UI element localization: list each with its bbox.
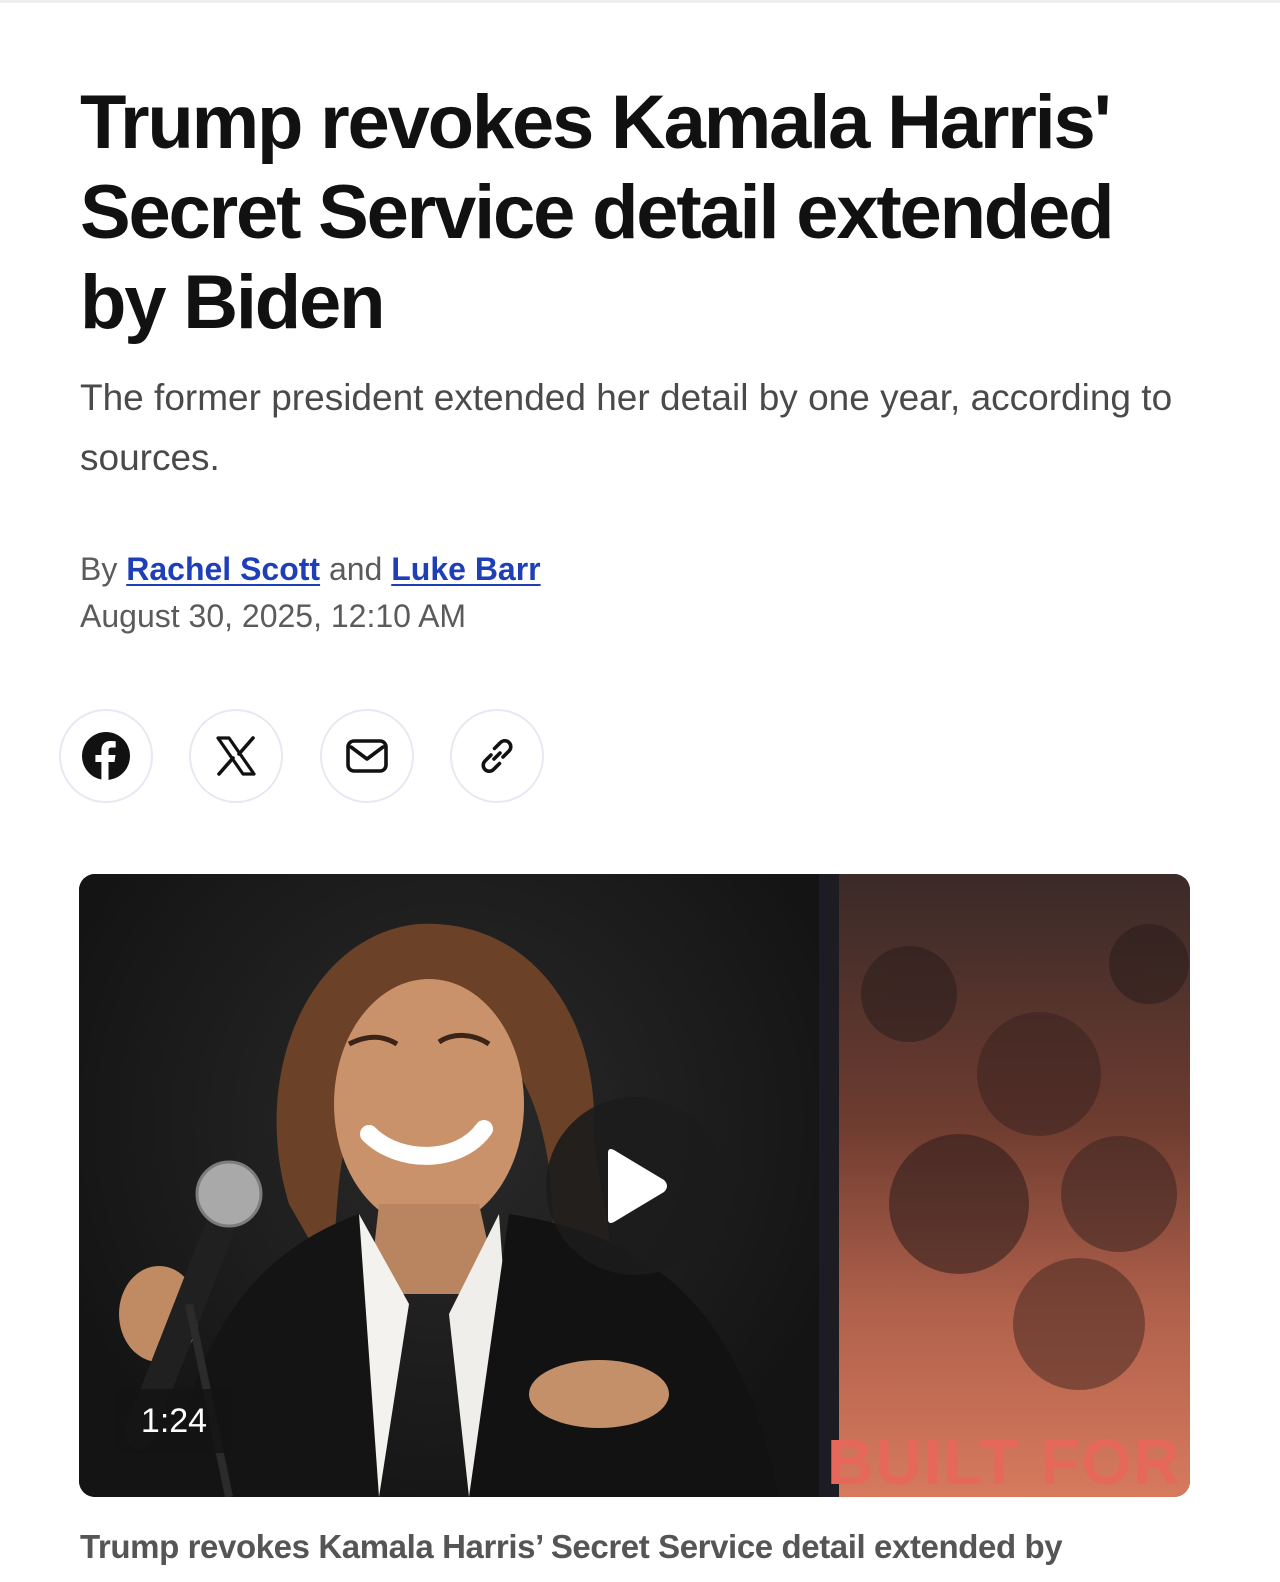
top-divider [0,0,1280,3]
copy-link-button[interactable] [450,709,544,803]
article-subheadline: The former president extended her detail… [80,377,1173,478]
article-headline: Trump revokes Kamala Harris' Secret Serv… [80,80,1115,345]
poster-slogan: BUILT FOR US [827,1426,1190,1497]
play-button[interactable] [546,1097,724,1275]
facebook-icon [82,732,130,780]
x-icon [216,736,256,776]
share-x-button[interactable] [189,709,283,803]
share-facebook-button[interactable] [59,709,153,803]
video-duration-badge: 1:24 [115,1389,233,1453]
share-email-button[interactable] [320,709,414,803]
publish-date: August 30, 2025, 12:10 AM [80,598,467,634]
video-caption: Trump revokes Kamala Harris’ Secret Serv… [80,1528,1063,1565]
byline: By Rachel Scott and Luke Barr [80,547,541,591]
video-player[interactable]: BUILT FOR US 1:24 [79,874,1190,1497]
byline-conjunction: and [328,551,383,587]
link-icon [481,739,513,773]
author-link-rachel-scott[interactable]: Rachel Scott [126,551,320,587]
byline-prefix: By [80,551,118,587]
author-link-luke-barr[interactable]: Luke Barr [391,551,540,587]
play-icon [608,1149,667,1223]
mail-icon [346,739,388,773]
